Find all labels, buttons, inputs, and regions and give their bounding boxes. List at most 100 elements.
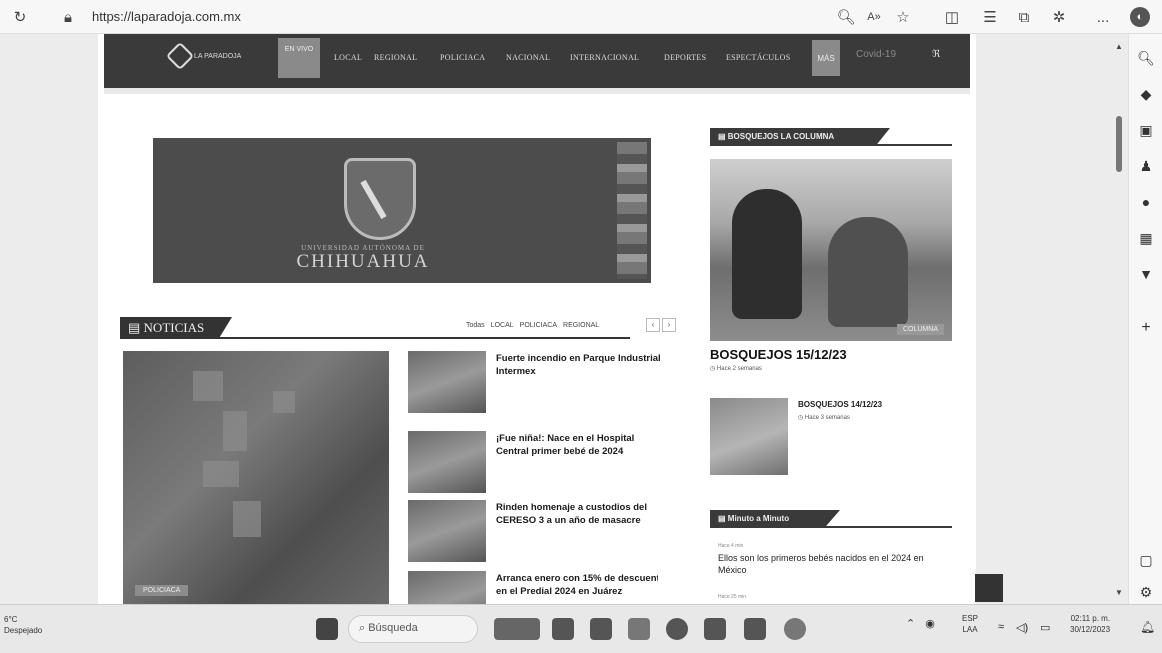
web-page: LA PARADOJA EN VIVO LOCAL REGIONAL POLIC… xyxy=(0,34,1128,604)
browser-toolbar: ↻ 🔒︎ https://laparadoja.com.mx 🔍︎ A» ☆ ◫… xyxy=(0,0,1162,34)
news-thumb[interactable] xyxy=(408,431,486,493)
scroll-up-icon[interactable]: ▲ xyxy=(1115,42,1123,51)
next-arrow-icon[interactable]: › xyxy=(662,318,676,332)
minuto-time: Hace 25 min xyxy=(718,594,747,600)
clock[interactable]: 02:11 p. m. 30/12/2023 xyxy=(1070,613,1110,635)
favorites-list-icon[interactable]: ☰ xyxy=(980,7,1000,27)
uach-banner-ad[interactable]: UNIVERSIDAD AUTÓNOMA DE CHIHUAHUA xyxy=(153,138,651,283)
task-view-icon[interactable] xyxy=(552,618,574,640)
extensions-icon[interactable]: ✲ xyxy=(1049,7,1069,27)
settings-icon[interactable]: ⚙ xyxy=(1136,582,1156,602)
main-news-tag[interactable]: POLICIACA xyxy=(135,585,189,596)
more-icon[interactable]: ... xyxy=(1093,7,1113,27)
rss-icon[interactable]: ℜ xyxy=(932,49,940,60)
battery-icon[interactable]: ▭ xyxy=(1040,621,1050,634)
shopping-icon[interactable]: ▣ xyxy=(1136,120,1156,140)
volume-icon[interactable]: ◁) xyxy=(1016,621,1028,634)
tag-icon[interactable]: ◆ xyxy=(1136,84,1156,104)
news-title[interactable]: ¡Fue niña!: Nace en el Hospital Central … xyxy=(496,433,666,459)
news-thumb[interactable] xyxy=(408,571,486,604)
refresh-icon[interactable]: ↻ xyxy=(10,7,30,27)
outlook-icon[interactable]: ▦ xyxy=(1136,228,1156,248)
add-icon[interactable]: + xyxy=(1136,318,1156,338)
nav-internacional[interactable]: INTERNACIONAL xyxy=(570,53,639,62)
news-thumb[interactable] xyxy=(408,351,486,413)
minuto-time: Hace 4 min xyxy=(718,543,744,549)
tools-icon[interactable]: ▼ xyxy=(1136,264,1156,284)
news-title[interactable]: Fuerte incendio en Parque Industrial Int… xyxy=(496,353,666,379)
search-icon[interactable]: 🔍︎ xyxy=(1136,48,1156,68)
edge-icon[interactable] xyxy=(666,618,688,640)
noticias-header: ▤ NOTICIAS xyxy=(120,317,232,339)
widgets-icon[interactable] xyxy=(494,618,540,640)
news-title[interactable]: Arranca enero con 15% de descuento en el… xyxy=(496,573,658,599)
office-icon[interactable]: ● xyxy=(1136,192,1156,212)
tab-regional[interactable]: REGIONAL xyxy=(563,322,599,329)
sidebar-toggle-icon[interactable]: ▢ xyxy=(1136,550,1156,570)
settings-app-icon[interactable] xyxy=(784,618,806,640)
lock-icon[interactable]: 🔒︎ xyxy=(58,7,78,27)
prev-arrow-icon[interactable]: ‹ xyxy=(646,318,660,332)
bosquejos-tag[interactable]: COLUMNA xyxy=(896,324,944,335)
banner-title: CHIHUAHUA xyxy=(296,251,430,272)
weather-widget[interactable]: 6°C Despejado xyxy=(4,615,42,637)
minuto-item[interactable]: Ellos son los primeros bebés nacidos en … xyxy=(718,553,948,576)
news-title[interactable]: Rinden homenaje a custodios del CERESO 3… xyxy=(496,502,666,528)
list-item[interactable]: Rinden homenaje a custodios del CERESO 3… xyxy=(408,500,658,566)
news-thumb[interactable] xyxy=(408,500,486,562)
bosquejo2-title[interactable]: BOSQUEJOS 14/12/23 xyxy=(798,400,882,409)
nav-local[interactable]: LOCAL xyxy=(334,53,362,62)
site-nav: LA PARADOJA EN VIVO LOCAL REGIONAL POLIC… xyxy=(104,34,970,88)
list-item[interactable]: ¡Fue niña!: Nace en el Hospital Central … xyxy=(408,431,658,497)
word-icon[interactable] xyxy=(744,618,766,640)
floating-widget[interactable] xyxy=(975,574,1003,602)
nav-policiaca[interactable]: POLICIACA xyxy=(440,53,485,62)
bosquejos-rule xyxy=(710,144,952,146)
scroll-down-icon[interactable]: ▼ xyxy=(1115,588,1123,597)
notification-bell-icon[interactable]: 🔔︎ xyxy=(1140,620,1155,634)
address-bar[interactable]: https://laparadoja.com.mx xyxy=(92,9,241,24)
nav-espectaculos[interactable]: ESPECTÁCULOS xyxy=(726,53,791,62)
security-icon[interactable]: ◉ xyxy=(925,617,935,630)
list-item[interactable]: Fuerte incendio en Parque Industrial Int… xyxy=(408,351,661,417)
site-logo[interactable]: LA PARADOJA xyxy=(165,41,241,71)
collections-icon[interactable]: ⧉ xyxy=(1014,7,1034,27)
en-vivo-button[interactable]: EN VIVO xyxy=(278,38,320,78)
start-icon[interactable] xyxy=(316,618,338,640)
read-aloud-icon[interactable]: A» xyxy=(864,7,884,27)
copilot-icon[interactable]: ◐ xyxy=(1130,7,1150,27)
nav-deportes[interactable]: DEPORTES xyxy=(664,53,706,62)
zoom-icon[interactable]: 🔍︎ xyxy=(836,7,856,27)
tab-local[interactable]: LOCAL xyxy=(491,322,514,329)
minuto-rule xyxy=(710,526,952,528)
bosquejos-photo[interactable]: COLUMNA xyxy=(710,159,952,341)
file-explorer-icon[interactable] xyxy=(628,618,650,640)
chat-icon[interactable] xyxy=(590,618,612,640)
nav-nacional[interactable]: NACIONAL xyxy=(506,53,550,62)
site-container: LA PARADOJA EN VIVO LOCAL REGIONAL POLIC… xyxy=(98,34,976,604)
bosquejos-time: ◷ Hace 2 semanas xyxy=(710,366,762,372)
bosquejo2-thumb[interactable] xyxy=(710,398,788,475)
wifi-icon[interactable]: ≈ xyxy=(998,621,1004,633)
banner-mosaic xyxy=(617,142,647,279)
clock-icon: ◷ xyxy=(710,366,717,372)
tab-policiaca[interactable]: POLICIACA xyxy=(520,322,557,329)
windows-taskbar: 6°C Despejado ⌕ Búsqueda ⌃ ◉ ESP LAA ≈ ◁… xyxy=(0,604,1162,653)
nav-mas[interactable]: MÁS xyxy=(812,40,840,76)
language-indicator[interactable]: ESP LAA xyxy=(962,613,978,635)
taskbar-search[interactable]: ⌕ Búsqueda xyxy=(348,615,478,643)
page-scrollbar[interactable]: ▲ ▼ xyxy=(1112,34,1128,604)
chevron-up-icon[interactable]: ⌃ xyxy=(906,617,915,630)
list-item[interactable]: Arranca enero con 15% de descuento en el… xyxy=(408,571,658,604)
tab-todas[interactable]: Todas xyxy=(466,322,485,329)
system-tray: ⌃ ◉ xyxy=(906,617,935,630)
games-icon[interactable]: ♟ xyxy=(1136,156,1156,176)
nav-regional[interactable]: REGIONAL xyxy=(374,53,417,62)
split-screen-icon[interactable]: ◫ xyxy=(942,7,962,27)
nav-covid[interactable]: Covid-19 xyxy=(856,49,896,60)
bosquejos-title[interactable]: BOSQUEJOS 15/12/23 xyxy=(710,347,847,362)
store-icon[interactable] xyxy=(704,618,726,640)
favorite-icon[interactable]: ☆ xyxy=(893,7,913,27)
main-news-photo[interactable]: POLICIACA xyxy=(123,351,389,604)
scroll-thumb[interactable] xyxy=(1116,116,1122,172)
